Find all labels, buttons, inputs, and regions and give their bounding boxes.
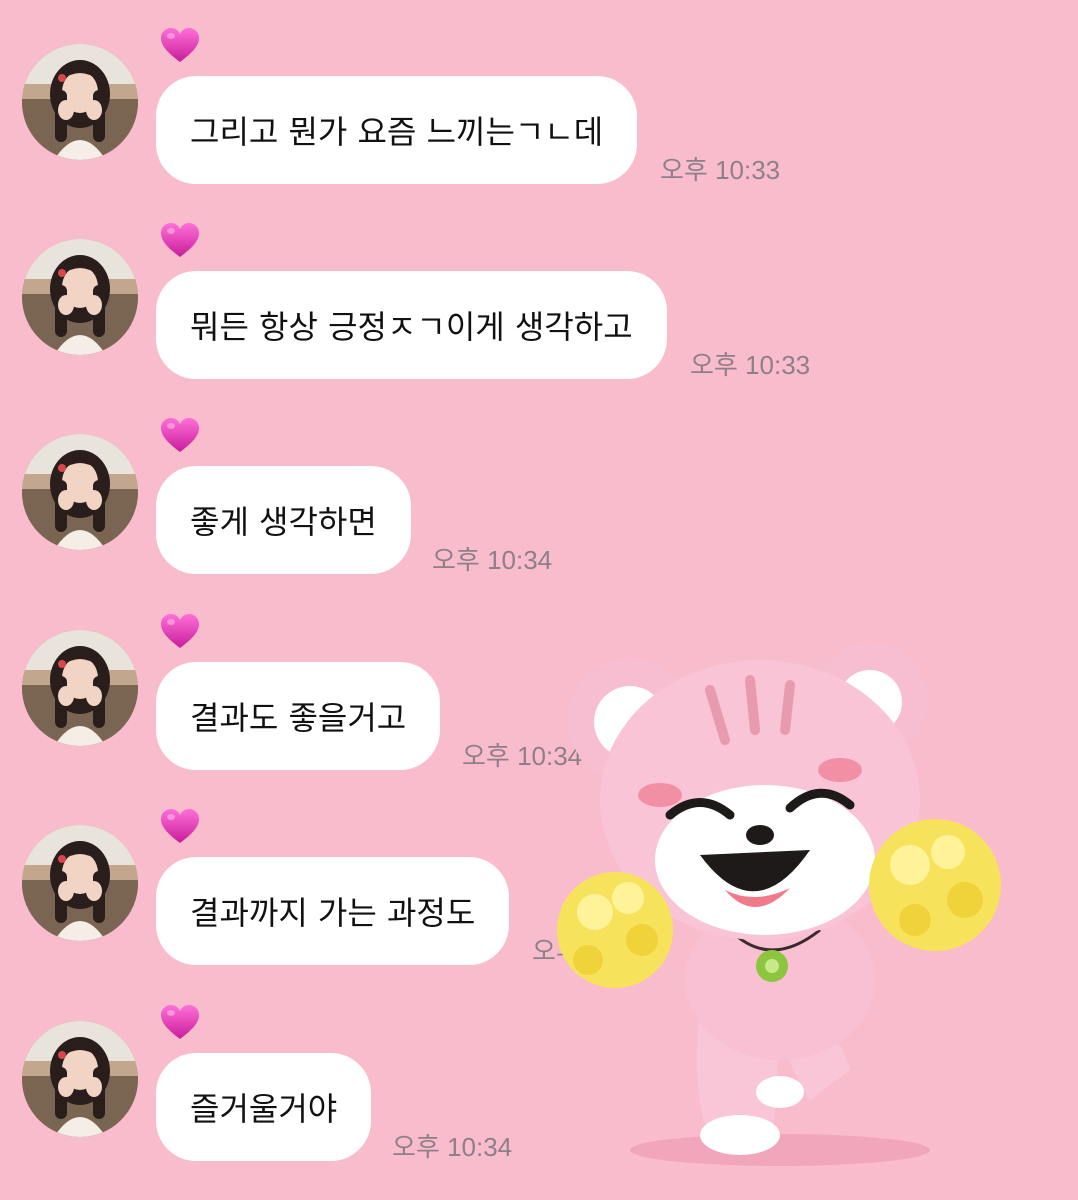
message-bubble[interactable]: 그리고 뭔가 요즘 느끼는ㄱㄴ데 [156, 76, 638, 184]
heart-icon[interactable] [158, 24, 202, 68]
message-timestamp: 오후 10:34 [432, 545, 553, 575]
heart-icon[interactable] [158, 805, 202, 849]
heart-icon[interactable] [158, 219, 202, 263]
message-row: 좋게 생각하면 오후 10:34 [0, 400, 1078, 590]
avatar[interactable] [22, 1021, 138, 1137]
message-bubble[interactable]: 결과까지 가는 과정도 [156, 857, 510, 965]
heart-icon[interactable] [158, 414, 202, 458]
message-bubble[interactable]: 좋게 생각하면 [156, 466, 411, 574]
heart-icon[interactable] [158, 610, 202, 654]
avatar[interactable] [22, 434, 138, 550]
chat-screen: 그리고 뭔가 요즘 느끼는ㄱㄴ데 오후 10:33 뭐든 항상 긍정ㅈㄱ이게 생… [0, 0, 1078, 1200]
message-row: 그리고 뭔가 요즘 느끼는ㄱㄴ데 오후 10:33 [0, 10, 1078, 200]
message-bubble[interactable]: 뭐든 항상 긍정ㅈㄱ이게 생각하고 [156, 271, 667, 379]
message-timestamp: 오후 10:34 [392, 1132, 513, 1162]
message-timestamp: 오후 10:33 [660, 155, 781, 185]
avatar[interactable] [22, 239, 138, 355]
message-bubble[interactable]: 즐거울거야 [156, 1053, 372, 1161]
avatar[interactable] [22, 825, 138, 941]
message-row: 뭐든 항상 긍정ㅈㄱ이게 생각하고 오후 10:33 [0, 205, 1078, 395]
message-timestamp: 오후 10:33 [690, 350, 811, 380]
message-bubble[interactable]: 결과도 좋을거고 [156, 662, 441, 770]
avatar[interactable] [22, 44, 138, 160]
bear-cheerleader-sticker[interactable] [550, 630, 1050, 1170]
avatar[interactable] [22, 630, 138, 746]
heart-icon[interactable] [158, 1001, 202, 1045]
